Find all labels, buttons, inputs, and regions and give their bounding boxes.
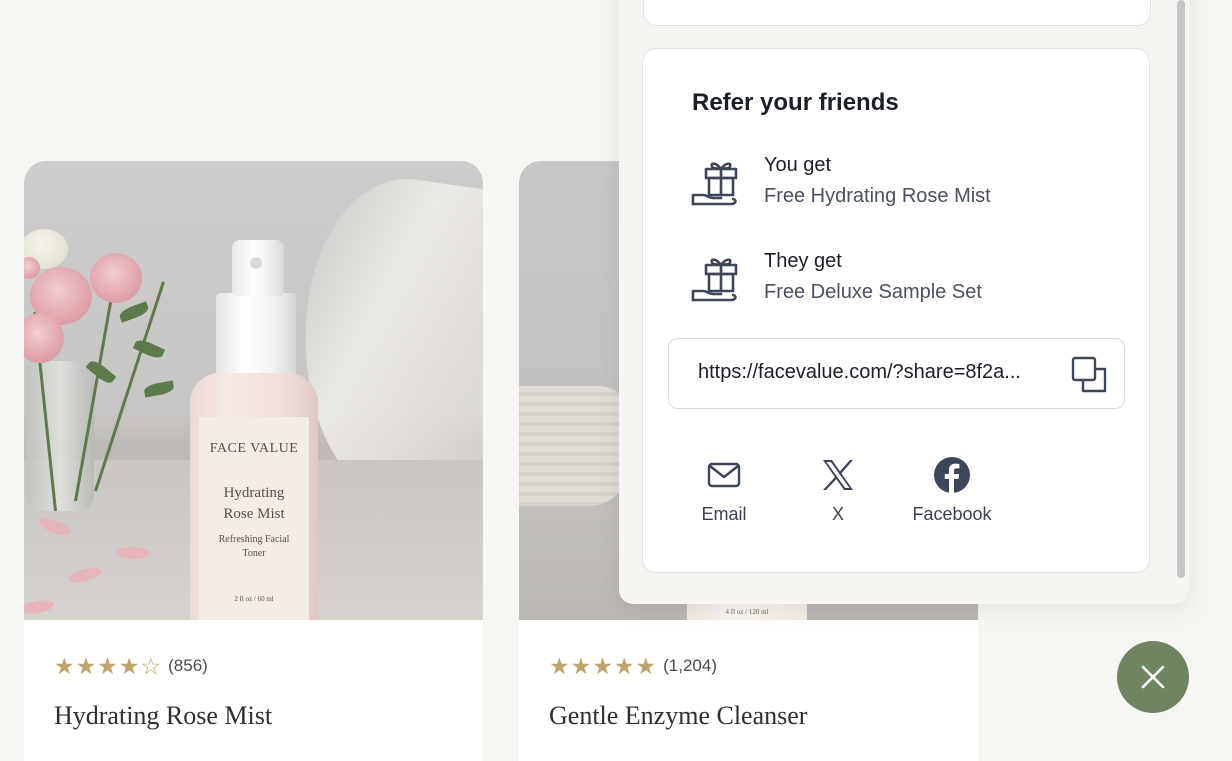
bottle-label: FACE VALUE Hydrating Rose Mist Refreshin… xyxy=(199,417,309,620)
share-x-label: X xyxy=(831,504,844,524)
share-x-button[interactable]: X xyxy=(793,455,883,525)
refer-friends-card: Refer your friends You get Free Hydratin… xyxy=(642,48,1150,573)
label-brand: FACE VALUE xyxy=(209,441,299,456)
product-info: ★ ★ ★ ★ ☆ (856) Hydrating Rose Mist xyxy=(54,651,272,731)
envelope-icon xyxy=(707,462,741,488)
review-count: (856) xyxy=(168,656,208,675)
star-icon: ★ xyxy=(613,653,635,679)
star-rating: ★ ★ ★ ★ ☆ (856) xyxy=(54,651,272,681)
pink-rose xyxy=(90,253,142,303)
label-size: 4 fl oz / 120 ml xyxy=(725,608,769,616)
spray-nozzle xyxy=(250,257,262,269)
share-link-text[interactable]: https://facevalue.com/?share=8f2a... xyxy=(698,361,1050,384)
product-image[interactable]: FACE VALUE Hydrating Rose Mist Refreshin… xyxy=(24,161,483,620)
they-get-label: They get xyxy=(764,250,842,272)
folded-towel xyxy=(519,386,629,506)
product-info: ★ ★ ★ ★ ★ (1,204) Gentle Enzyme Cleanser xyxy=(549,651,807,731)
close-icon xyxy=(1141,665,1165,689)
star-icon: ★ xyxy=(635,653,657,679)
share-email-label: Email xyxy=(701,504,747,524)
label-product-name: Hydrating Rose Mist xyxy=(223,485,285,522)
share-link-field[interactable]: https://facevalue.com/?share=8f2a... xyxy=(668,338,1125,409)
share-facebook-button[interactable]: Facebook xyxy=(907,455,997,525)
label-subtitle: Refreshing Facial Toner xyxy=(218,534,290,559)
close-referral-button[interactable] xyxy=(1117,641,1189,713)
star-outline-icon: ☆ xyxy=(140,653,162,679)
review-count: (1,204) xyxy=(663,656,717,675)
product-name[interactable]: Hydrating Rose Mist xyxy=(54,701,272,731)
star-rating: ★ ★ ★ ★ ★ (1,204) xyxy=(549,651,807,681)
share-email-button[interactable]: Email xyxy=(679,455,769,525)
glass-vase xyxy=(26,361,94,511)
label-size: 2 fl oz / 60 ml xyxy=(234,595,274,603)
previous-section-card xyxy=(643,0,1151,26)
star-icon: ★ xyxy=(97,653,118,679)
spray-collar xyxy=(216,293,296,383)
x-logo-icon xyxy=(823,460,853,490)
star-icon: ★ xyxy=(570,653,592,679)
gift-hand-icon xyxy=(691,258,738,302)
product-name[interactable]: Gentle Enzyme Cleanser xyxy=(549,701,807,731)
star-icon: ★ xyxy=(549,653,570,679)
star-icon: ★ xyxy=(75,653,97,679)
refer-title: Refer your friends xyxy=(692,89,899,116)
facebook-icon xyxy=(934,457,970,493)
you-get-label: You get xyxy=(764,154,832,176)
star-icon: ★ xyxy=(592,653,613,679)
star-icon: ★ xyxy=(118,653,140,679)
rose-petal xyxy=(116,547,150,559)
you-get-value: Free Hydrating Rose Mist xyxy=(764,185,991,207)
product-card[interactable]: FACE VALUE Hydrating Rose Mist Refreshin… xyxy=(24,161,483,761)
share-facebook-label: Facebook xyxy=(912,504,992,524)
copy-icon[interactable] xyxy=(1069,355,1109,395)
panel-scrollbar[interactable] xyxy=(1177,0,1185,578)
they-get-value: Free Deluxe Sample Set xyxy=(764,281,982,303)
gift-hand-icon xyxy=(691,162,738,206)
star-icon: ★ xyxy=(54,653,75,679)
